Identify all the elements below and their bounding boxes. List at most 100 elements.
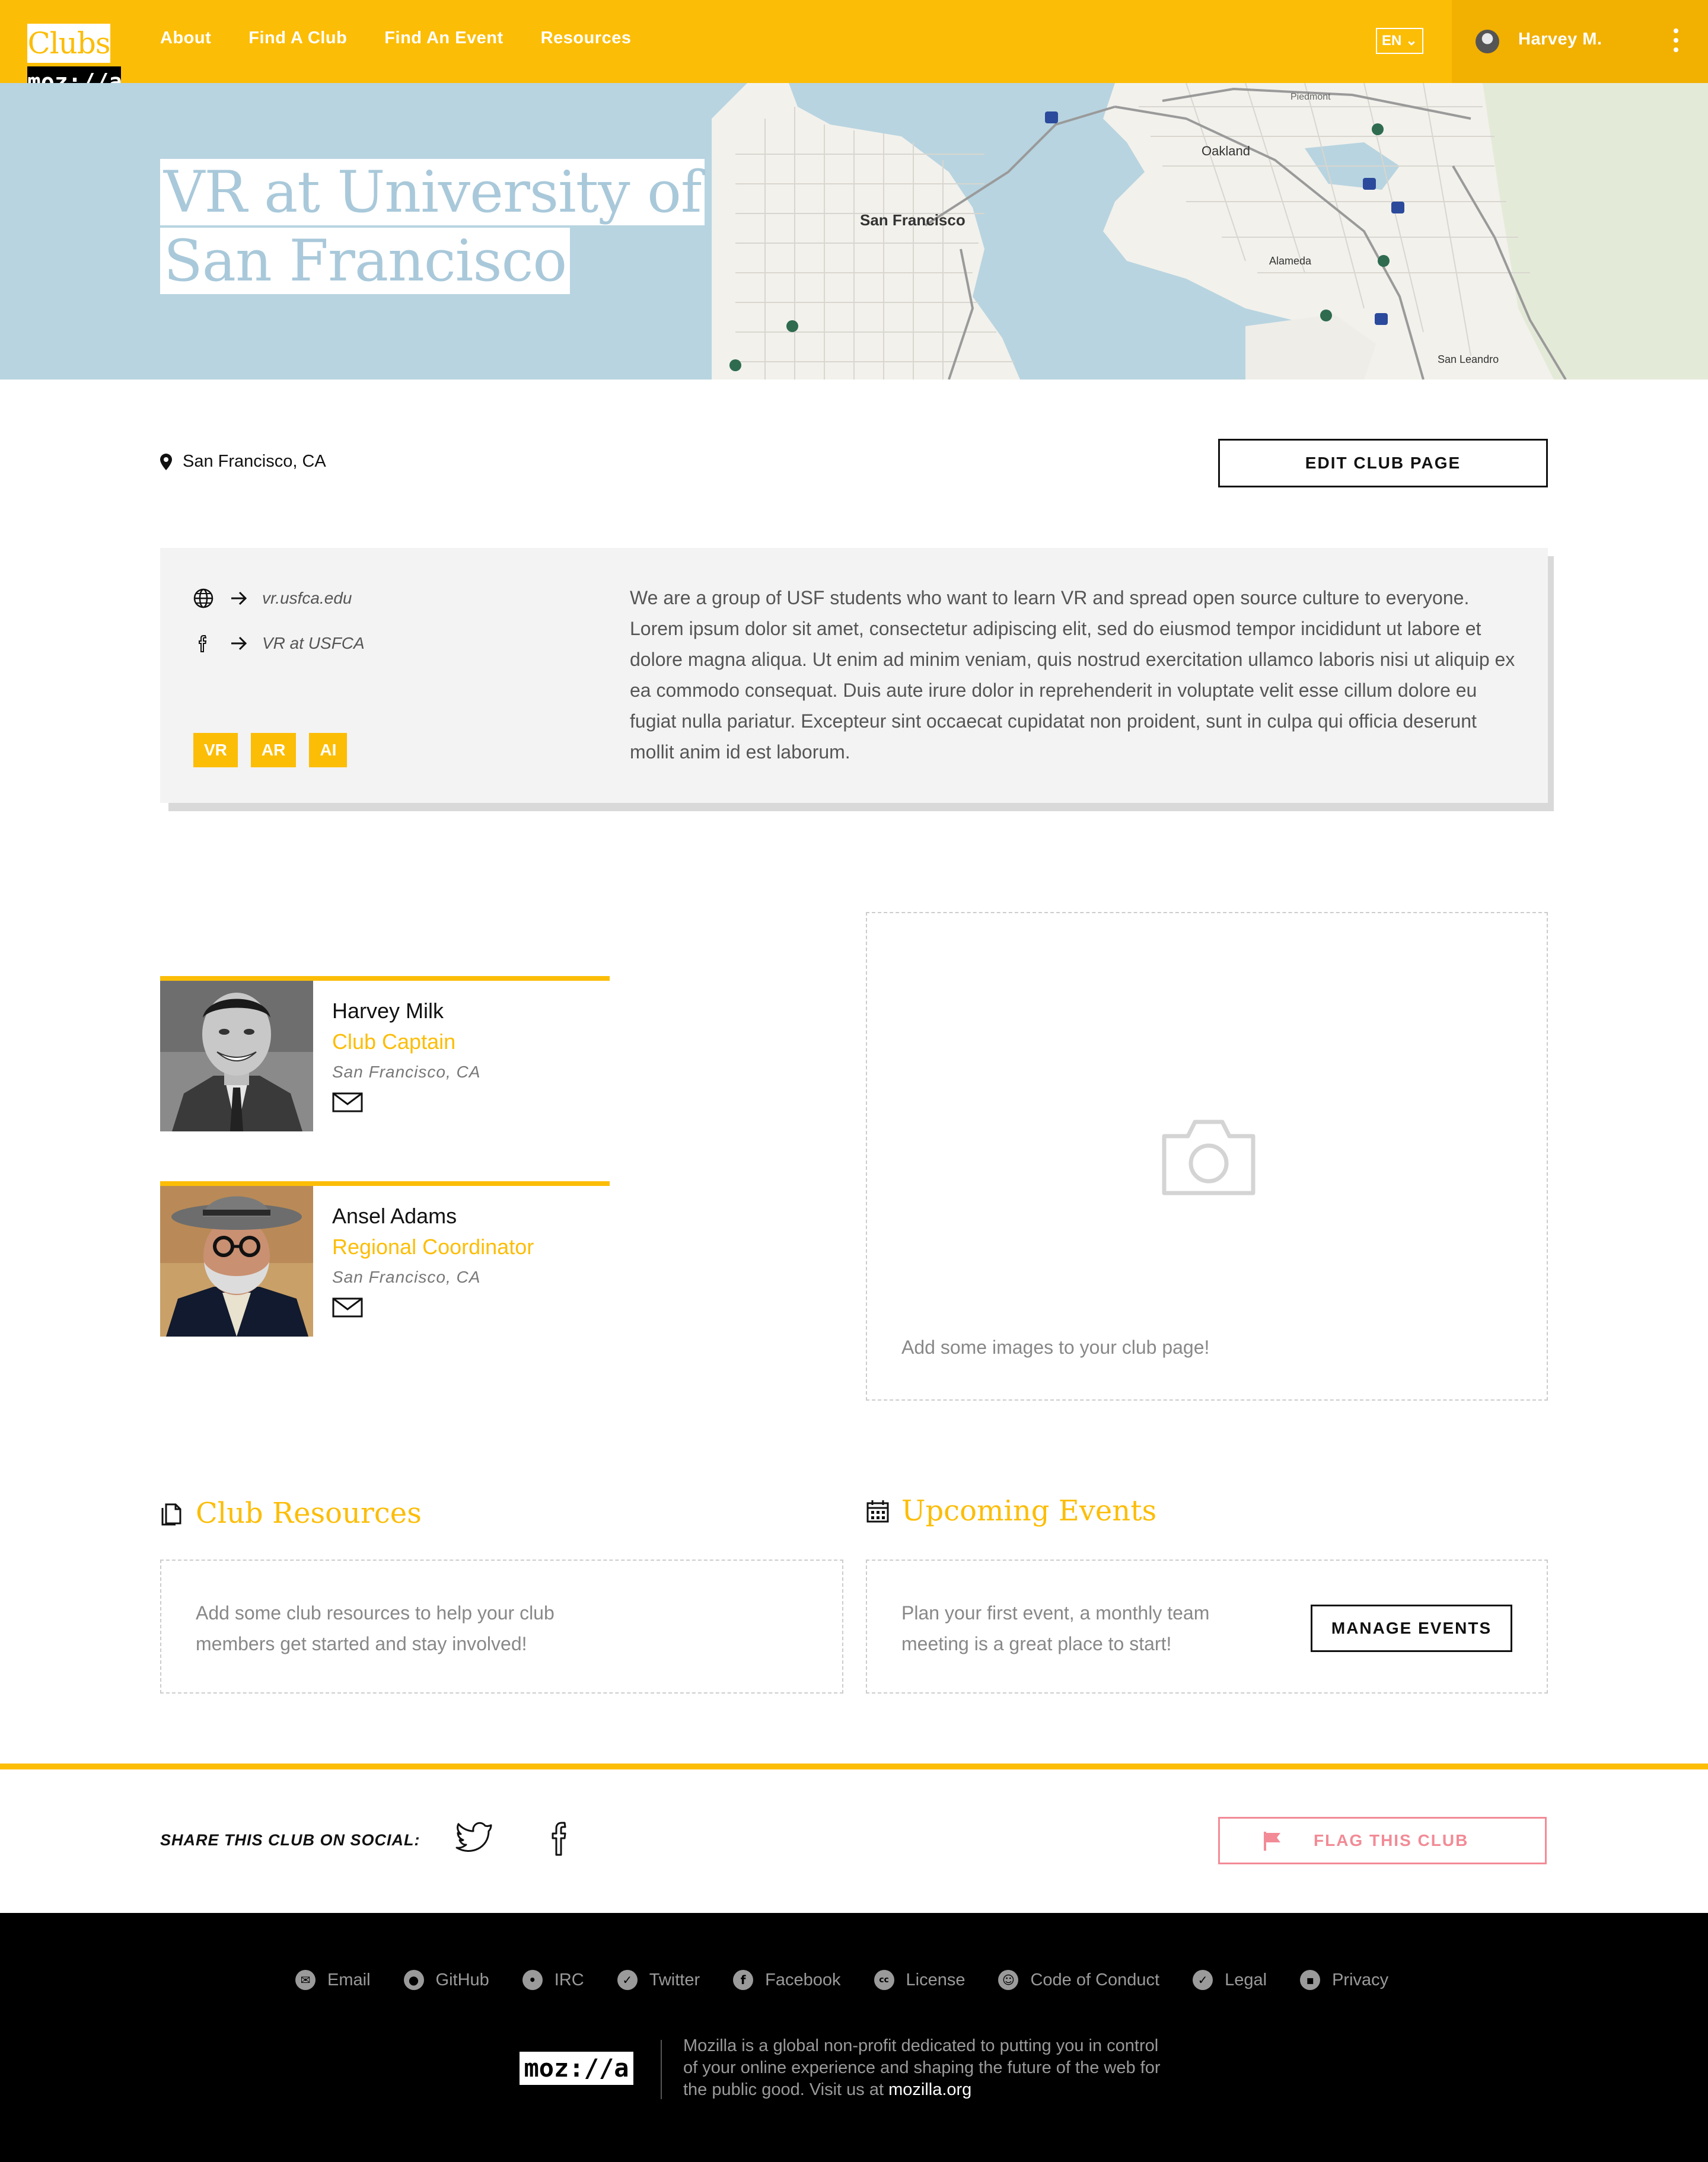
footer-link-label: Twitter: [649, 1970, 700, 1989]
member-accent-bar: [160, 976, 610, 981]
team-member-card: Ansel Adams Regional Coordinator San Fra…: [160, 1181, 610, 1337]
envelope-icon[interactable]: [332, 1092, 363, 1112]
language-select[interactable]: EN ⌄: [1376, 28, 1423, 54]
edit-club-page-button[interactable]: EDIT CLUB PAGE: [1218, 439, 1548, 487]
footer-link-code-of-conduct[interactable]: ☺ Code of Conduct: [998, 1970, 1159, 1990]
footer-link-label: License: [906, 1970, 965, 1989]
manage-events-button[interactable]: MANAGE EVENTS: [1311, 1605, 1512, 1652]
member-name: Ansel Adams: [332, 1204, 457, 1228]
footer-link-label: Code of Conduct: [1030, 1970, 1160, 1989]
section-divider: [0, 1764, 1708, 1769]
envelope-icon[interactable]: [332, 1297, 363, 1318]
club-location-text: San Francisco, CA: [183, 452, 326, 471]
website-link-text: vr.usfca.edu: [262, 589, 352, 607]
footer-link-label: Email: [327, 1970, 371, 1989]
twitter-icon[interactable]: [455, 1820, 493, 1854]
footer-link-github[interactable]: ● GitHub: [403, 1970, 489, 1990]
location-pin-icon: [160, 453, 172, 470]
avatar: [1476, 30, 1499, 53]
member-location: San Francisco, CA: [332, 1063, 481, 1081]
club-title-line-1: VR at University of: [160, 159, 705, 225]
top-nav: Clubs moz://a About Find A Club Find An …: [0, 0, 1708, 97]
team-member-card: Harvey Milk Club Captain San Francisco, …: [160, 976, 610, 1131]
footer-about-line: Mozilla is a global non-profit dedicated…: [683, 2036, 1159, 2055]
lock-icon: ▪: [1300, 1970, 1321, 1990]
footer-link-irc[interactable]: • IRC: [522, 1970, 584, 1990]
hero-map: San Francisco Oakland Alameda Piedmont S…: [0, 83, 1708, 380]
facebook-icon: f: [733, 1970, 754, 1990]
share-label: SHARE THIS CLUB ON SOCIAL:: [160, 1831, 420, 1849]
resources-box: Add some club resources to help your clu…: [160, 1560, 843, 1694]
user-menu[interactable]: Harvey M.: [1452, 0, 1708, 83]
member-photo: [160, 1186, 313, 1337]
facebook-icon[interactable]: [549, 1820, 569, 1857]
kebab-menu-icon[interactable]: [1670, 28, 1682, 55]
member-name: Harvey Milk: [332, 999, 444, 1023]
github-icon: ●: [403, 1970, 424, 1990]
documents-icon: [161, 1503, 181, 1526]
footer-about-text: the public good. Visit us at: [683, 2080, 884, 2099]
map-label-oakland: Oakland: [1202, 144, 1250, 158]
member-role: Club Captain: [332, 1029, 456, 1054]
footer-divider: [661, 2040, 662, 2099]
clubs-wordmark: Clubs: [27, 24, 111, 63]
facebook-link[interactable]: VR at USFCA: [193, 633, 365, 653]
footer-about: Mozilla is a global non-profit dedicated…: [683, 2035, 1187, 2101]
resources-title: Club Resources: [196, 1497, 422, 1530]
footer-link-label: Legal: [1225, 1970, 1267, 1989]
member-role: Regional Coordinator: [332, 1235, 534, 1259]
camera-icon: [1162, 1120, 1255, 1195]
club-tags: VR AR AI: [193, 733, 360, 767]
tag-vr[interactable]: VR: [193, 733, 238, 767]
nav-link-find-event[interactable]: Find An Event: [384, 28, 503, 48]
resources-empty-text: Add some club resources to help your clu…: [196, 1602, 555, 1654]
footer-link-label: Facebook: [765, 1970, 841, 1989]
site-footer: ✉ Email ● GitHub • IRC ✓ Twitter f Facebook c…: [0, 1913, 1708, 2162]
footer-link-twitter[interactable]: ✓ Twitter: [617, 1970, 700, 1990]
arrow-right-icon: [231, 591, 247, 605]
footer-link-label: GitHub: [435, 1970, 489, 1989]
arrow-right-icon: [231, 636, 247, 650]
mozilla-logo[interactable]: moz://a: [520, 2052, 633, 2085]
member-photo: [160, 981, 313, 1131]
website-link[interactable]: vr.usfca.edu: [193, 588, 352, 608]
footer-link-license[interactable]: cc License: [874, 1970, 965, 1990]
events-box: Plan your first event, a monthly team me…: [866, 1560, 1548, 1694]
facebook-link-text: VR at USFCA: [262, 634, 365, 652]
image-gallery-dropzone[interactable]: Add some images to your club page!: [866, 912, 1548, 1401]
nav-link-find-club[interactable]: Find A Club: [248, 28, 347, 48]
creative-commons-icon: cc: [874, 1970, 894, 1990]
nav-link-about[interactable]: About: [160, 28, 211, 48]
footer-link-email[interactable]: ✉ Email: [295, 1970, 371, 1990]
smiley-icon: ☺: [998, 1970, 1019, 1990]
footer-link-privacy[interactable]: ▪ Privacy: [1300, 1970, 1388, 1990]
map-label-alameda: Alameda: [1269, 255, 1312, 267]
user-name: Harvey M.: [1518, 30, 1602, 49]
flag-icon: [1264, 1832, 1280, 1851]
nav-link-resources[interactable]: Resources: [541, 28, 632, 48]
gallery-empty-text: Add some images to your club page!: [901, 1337, 1210, 1358]
checkmark-icon: ✓: [1193, 1970, 1213, 1990]
nav-links: About Find A Club Find An Event Resource…: [160, 28, 668, 48]
club-info-card: vr.usfca.edu VR at USFCA VR AR AI We are…: [160, 548, 1548, 803]
member-location: San Francisco, CA: [332, 1268, 481, 1286]
map-label-san-leandro: San Leandro: [1438, 353, 1499, 365]
footer-link-legal[interactable]: ✓ Legal: [1193, 1970, 1267, 1990]
tag-ai[interactable]: AI: [309, 733, 348, 767]
ansel-adams-photo: [160, 1186, 313, 1337]
map-label-piedmont: Piedmont: [1290, 92, 1331, 102]
calendar-icon: [866, 1500, 889, 1523]
club-title-line-2: San Francisco: [160, 228, 571, 294]
flag-club-button[interactable]: FLAG THIS CLUB: [1218, 1817, 1547, 1864]
footer-about-line: of your online experience and shaping th…: [683, 2058, 1161, 2077]
footer-link-facebook[interactable]: f Facebook: [733, 1970, 841, 1990]
footer-links: ✉ Email ● GitHub • IRC ✓ Twitter f Facebook c…: [295, 1970, 1422, 1990]
harvey-milk-photo: [160, 981, 313, 1131]
footer-link-label: Privacy: [1332, 1970, 1389, 1989]
twitter-icon: ✓: [617, 1970, 638, 1990]
map-label-sf: San Francisco: [860, 211, 965, 229]
club-title: VR at University of San Francisco: [160, 159, 705, 296]
chat-icon: •: [522, 1970, 543, 1990]
mozilla-org-link[interactable]: mozilla.org: [888, 2080, 971, 2099]
tag-ar[interactable]: AR: [250, 733, 297, 767]
